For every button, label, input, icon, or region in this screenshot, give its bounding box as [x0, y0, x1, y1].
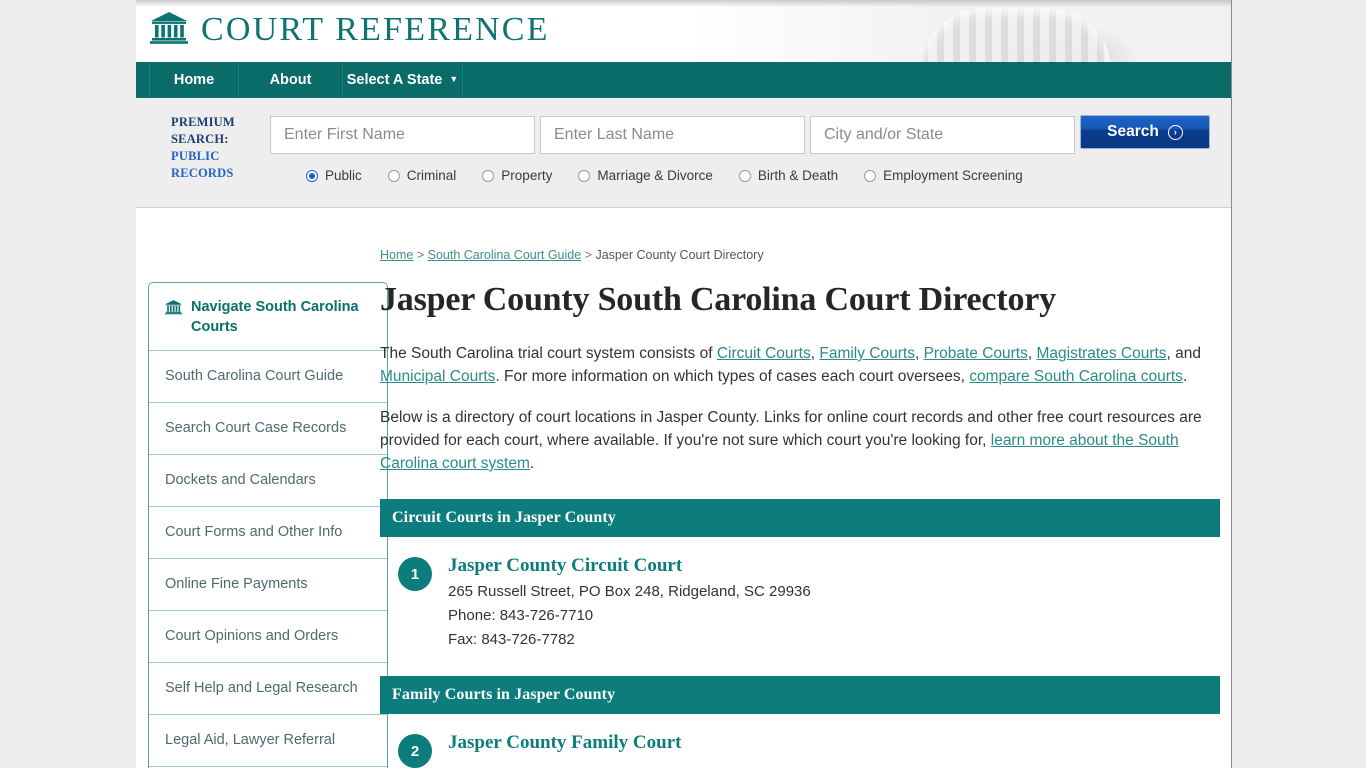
breadcrumb: Home > South Carolina Court Guide > Jasp… — [380, 248, 1220, 262]
sidebar-item-legal-aid[interactable]: Legal Aid, Lawyer Referral — [149, 715, 387, 767]
premium-search-label: PREMIUM SEARCH: PUBLIC RECORDS — [171, 114, 271, 182]
nav-item-about[interactable]: About — [239, 62, 343, 98]
court-listing: 2 Jasper County Family Court — [380, 714, 1220, 768]
radio-label: Public — [325, 168, 362, 183]
public-records-link-line2[interactable]: RECORDS — [171, 165, 271, 182]
nav-label: Select A State — [346, 72, 443, 88]
radio-dot — [738, 169, 751, 182]
page-container: COURT REFERENCE Home About Select A Stat… — [136, 0, 1232, 768]
courthouse-icon — [165, 297, 182, 315]
premium-search-label-line2: SEARCH: — [171, 132, 229, 146]
breadcrumb-current: Jasper County Court Directory — [595, 248, 764, 262]
breadcrumb-separator: > — [416, 248, 425, 262]
intro-paragraph-2: Below is a directory of court locations … — [380, 406, 1220, 475]
search-button-label: Search — [1107, 123, 1159, 140]
page-title: Jasper County South Carolina Court Direc… — [380, 281, 1056, 318]
radio-label: Birth & Death — [757, 168, 839, 183]
sidebar-item-self-help[interactable]: Self Help and Legal Research — [149, 663, 387, 715]
breadcrumb-home[interactable]: Home — [380, 248, 413, 262]
public-records-link-line1[interactable]: PUBLIC — [171, 148, 271, 165]
sidebar-header-label: Navigate South Carolina Courts — [191, 299, 359, 335]
court-address: 265 Russell Street, PO Box 248, Ridgelan… — [448, 583, 811, 600]
radio-label: Criminal — [406, 168, 457, 183]
intro-paragraph-1: The South Carolina trial court system co… — [380, 342, 1220, 388]
radio-employment-screening[interactable]: Employment Screening — [864, 168, 1023, 183]
masthead-columns-image — [691, 0, 1231, 62]
search-button[interactable]: Search › — [1080, 115, 1210, 149]
court-fax: Fax: 843-726-7782 — [448, 631, 575, 648]
premium-search-bar: PREMIUM SEARCH: PUBLIC RECORDS Enter Fir… — [136, 98, 1231, 208]
main-column: Home > South Carolina Court Guide > Jasp… — [380, 248, 1220, 768]
sidebar-item-court-forms[interactable]: Court Forms and Other Info — [149, 507, 387, 559]
radio-label: Employment Screening — [883, 168, 1023, 183]
intro-text: , and — [1166, 345, 1202, 362]
breadcrumb-separator: > — [584, 248, 592, 262]
nav-label: Home — [173, 72, 215, 88]
nav-label: About — [269, 72, 312, 88]
site-logo[interactable]: COURT REFERENCE — [150, 11, 550, 49]
courthouse-icon — [150, 11, 188, 49]
sidebar-navigation: Navigate South Carolina Courts South Car… — [148, 282, 388, 768]
radio-label: Property — [501, 168, 553, 183]
first-name-input[interactable]: Enter First Name — [270, 116, 535, 154]
chevron-down-icon: ▼ — [449, 74, 459, 84]
brand-name: COURT REFERENCE — [201, 11, 550, 48]
intro-text: , — [914, 345, 924, 362]
court-listing: 1 Jasper County Circuit Court 265 Russel… — [380, 537, 1220, 652]
section-header-family-courts: Family Courts in Jasper County — [380, 676, 1220, 714]
radio-dot — [578, 169, 591, 182]
site-masthead: COURT REFERENCE — [136, 0, 1231, 62]
link-compare-courts[interactable]: compare South Carolina courts — [969, 368, 1183, 385]
intro-text: . For more information on which types of… — [495, 368, 970, 385]
court-name-link[interactable]: Jasper County Family Court — [448, 732, 681, 754]
radio-dot — [306, 169, 318, 182]
search-category-radio-group: Public Criminal Property Marriage & Divo… — [306, 168, 1049, 183]
sidebar-item-search-case-records[interactable]: Search Court Case Records — [149, 403, 387, 455]
sidebar-item-court-guide[interactable]: South Carolina Court Guide — [149, 351, 387, 403]
link-probate-courts[interactable]: Probate Courts — [924, 345, 1028, 362]
radio-marriage-divorce[interactable]: Marriage & Divorce — [578, 168, 713, 183]
radio-criminal[interactable]: Criminal — [387, 168, 457, 183]
intro-text: The South Carolina trial court system co… — [380, 345, 717, 362]
radio-label: Marriage & Divorce — [597, 168, 713, 183]
radio-dot — [387, 169, 400, 182]
last-name-input[interactable]: Enter Last Name — [540, 116, 805, 154]
breadcrumb-court-guide[interactable]: South Carolina Court Guide — [428, 248, 582, 262]
court-number-badge: 1 — [398, 557, 432, 591]
link-family-courts[interactable]: Family Courts — [819, 345, 915, 362]
sidebar-item-opinions-orders[interactable]: Court Opinions and Orders — [149, 611, 387, 663]
city-state-input[interactable]: City and/or State — [810, 116, 1075, 154]
intro-text: . — [529, 455, 535, 472]
link-magistrates-courts[interactable]: Magistrates Courts — [1036, 345, 1166, 362]
radio-dot — [482, 169, 495, 182]
court-details: Jasper County Family Court — [448, 732, 681, 768]
court-name-link[interactable]: Jasper County Circuit Court — [448, 555, 811, 577]
court-phone: Phone: 843-726-7710 — [448, 607, 594, 624]
court-details: Jasper County Circuit Court 265 Russell … — [448, 555, 811, 652]
radio-property[interactable]: Property — [482, 168, 552, 183]
sidebar-item-dockets-calendars[interactable]: Dockets and Calendars — [149, 455, 387, 507]
radio-birth-death[interactable]: Birth & Death — [738, 168, 839, 183]
nav-item-select-a-state[interactable]: Select A State ▼ — [343, 62, 463, 98]
radio-public[interactable]: Public — [306, 168, 362, 183]
court-number-badge: 2 — [398, 734, 432, 768]
content-area: Navigate South Carolina Courts South Car… — [136, 208, 1231, 768]
main-navigation: Home About Select A State ▼ — [136, 62, 1231, 98]
premium-search-label-line1: PREMIUM — [171, 115, 235, 129]
sidebar-header: Navigate South Carolina Courts — [149, 283, 387, 351]
chevron-right-icon: › — [1167, 124, 1183, 140]
radio-dot — [864, 169, 877, 182]
sidebar-item-online-fine-payments[interactable]: Online Fine Payments — [149, 559, 387, 611]
nav-item-home[interactable]: Home — [149, 62, 239, 98]
link-municipal-courts[interactable]: Municipal Courts — [380, 368, 495, 385]
section-header-circuit-courts: Circuit Courts in Jasper County — [380, 499, 1220, 537]
intro-text: . — [1182, 368, 1188, 385]
link-circuit-courts[interactable]: Circuit Courts — [717, 345, 811, 362]
